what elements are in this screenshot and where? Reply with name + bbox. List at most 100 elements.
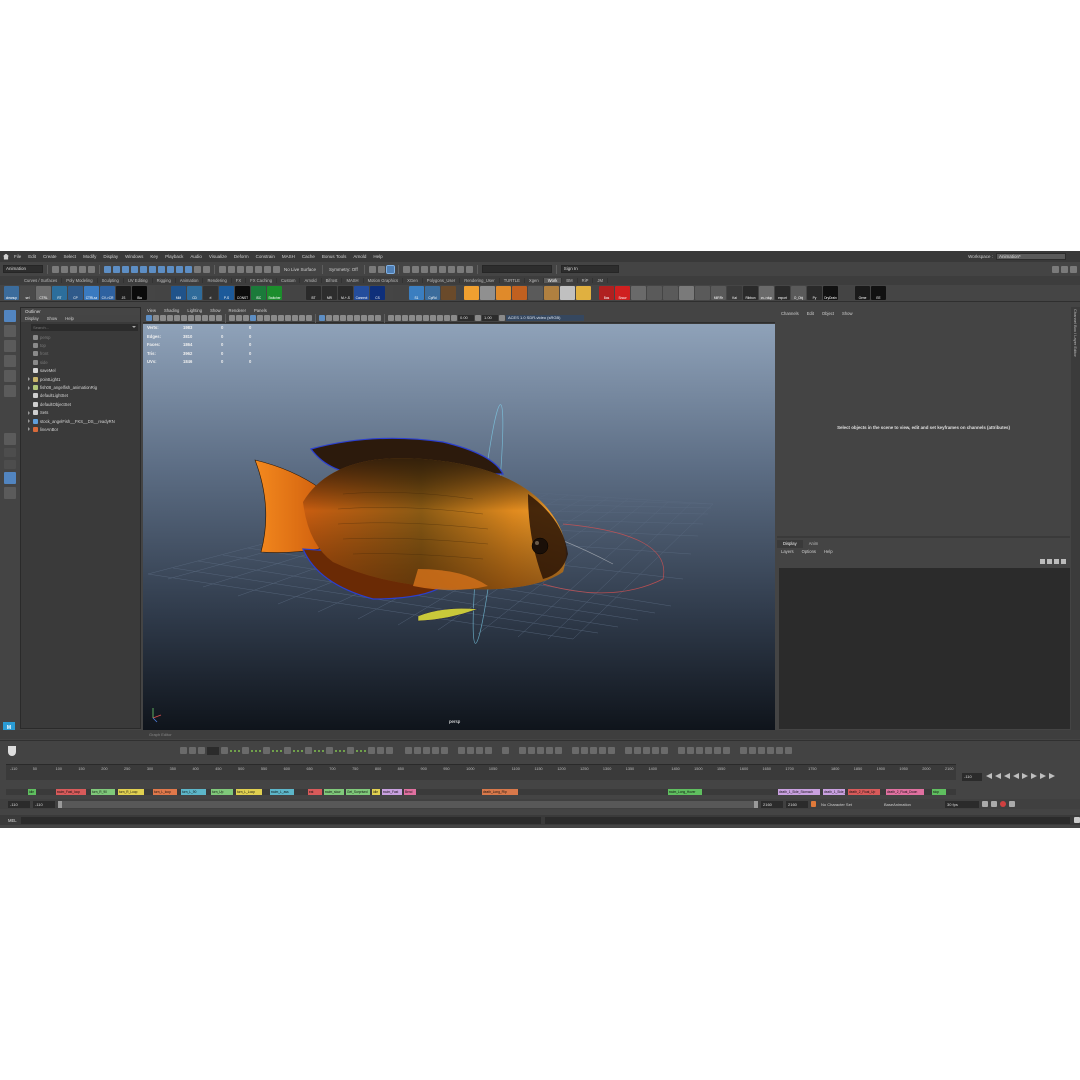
- select-by-deformer-icon[interactable]: [167, 265, 174, 273]
- lasso-tool-icon[interactable]: [3, 325, 16, 337]
- anim-tool-icon[interactable]: [432, 747, 439, 754]
- outliner-item[interactable]: defaultLightSet: [21, 392, 140, 400]
- viewport-menu-panels[interactable]: Panels: [254, 307, 267, 314]
- anim-tool-icon[interactable]: [581, 747, 588, 754]
- expand-arrow-icon[interactable]: [28, 419, 31, 424]
- anim-tool-icon[interactable]: [652, 747, 659, 754]
- anim-tool-icon[interactable]: [758, 747, 765, 754]
- select-hierarchy-icon[interactable]: [104, 265, 111, 273]
- anim-tool-icon[interactable]: [368, 747, 375, 754]
- viewport-tool-icon[interactable]: [278, 315, 284, 321]
- viewport-tool-icon[interactable]: [395, 315, 401, 321]
- viewport-tool-icon[interactable]: [229, 315, 235, 321]
- color-space-dropdown[interactable]: ACES 1.0 SDR-video (sRGB): [506, 315, 584, 321]
- single-view-icon[interactable]: [3, 433, 16, 445]
- viewport-tool-icon[interactable]: [216, 315, 222, 321]
- viewport-tool-icon[interactable]: [416, 315, 422, 321]
- time-editor-clip[interactable]: turn_R_90: [91, 789, 115, 795]
- quick-select-input[interactable]: [481, 265, 552, 273]
- sign-in-button[interactable]: Sign In: [560, 265, 619, 273]
- magnet-icon[interactable]: [8, 745, 16, 756]
- shelf-tab[interactable]: FX Caching: [246, 278, 278, 283]
- shelf-button[interactable]: EE: [871, 286, 886, 300]
- shelf-button[interactable]: ISC: [251, 286, 266, 300]
- viewport-tool-icon[interactable]: [188, 315, 194, 321]
- shelf-tab[interactable]: JM: [593, 278, 609, 283]
- hypershade-icon[interactable]: [429, 265, 437, 273]
- channel-menu-channels[interactable]: Channels: [781, 307, 799, 321]
- select-by-surface-icon[interactable]: [158, 265, 165, 273]
- shelf-button[interactable]: CD: [187, 286, 202, 300]
- new-layer-icon[interactable]: [1054, 559, 1059, 564]
- home-icon[interactable]: [3, 253, 9, 260]
- shelf-button[interactable]: [290, 286, 305, 300]
- shelf-button[interactable]: CTRLsz: [84, 286, 99, 300]
- viewport-menu-renderer[interactable]: Renderer: [229, 307, 246, 314]
- viewport-tool-icon[interactable]: [174, 315, 180, 321]
- select-by-rendering-icon[interactable]: [185, 265, 192, 273]
- outliner-item[interactable]: defaultObjectSet: [21, 400, 140, 408]
- viewport-tool-icon[interactable]: [388, 315, 394, 321]
- outliner-menu-help[interactable]: Help: [65, 315, 74, 322]
- anim-tool-icon[interactable]: [599, 747, 606, 754]
- shelf-tab[interactable]: Rendering_User: [460, 278, 500, 283]
- snap-grid-icon[interactable]: [219, 265, 226, 273]
- anim-tool-icon[interactable]: [740, 747, 747, 754]
- shelf-tab[interactable]: RiP: [578, 278, 594, 283]
- layer-tab-anim[interactable]: Anim: [803, 540, 825, 548]
- anim-tool-icon[interactable]: [476, 747, 483, 754]
- outliner-item[interactable]: front: [21, 350, 140, 358]
- current-frame-field[interactable]: -110: [962, 773, 982, 781]
- anim-tool-icon[interactable]: [661, 747, 668, 754]
- shelf-tab[interactable]: MASH: [342, 278, 364, 283]
- shelf-tab[interactable]: Rigging: [153, 278, 176, 283]
- anim-tool-icon[interactable]: [377, 747, 384, 754]
- shelf-button[interactable]: [155, 286, 170, 300]
- anim-tool-icon[interactable]: [414, 747, 421, 754]
- shelf-button[interactable]: CpRd: [425, 286, 440, 300]
- menu-item-audio[interactable]: Audio: [190, 254, 202, 259]
- move-layer-down-icon[interactable]: [1047, 559, 1052, 564]
- shelf-button[interactable]: sel: [20, 286, 35, 300]
- viewport-tool-icon[interactable]: [146, 315, 152, 321]
- viewport-tool-icon[interactable]: [423, 315, 429, 321]
- mel-input[interactable]: [20, 816, 541, 824]
- playback-end-field[interactable]: 2160: [761, 800, 783, 808]
- shelf-button[interactable]: [512, 286, 527, 300]
- anim-tool-icon[interactable]: [590, 747, 597, 754]
- anim-tool-icon[interactable]: [687, 747, 694, 754]
- rotate-tool-icon[interactable]: [3, 370, 16, 382]
- anim-tool-icon[interactable]: [696, 747, 703, 754]
- viewport-tool-icon[interactable]: [437, 315, 443, 321]
- time-editor-clip[interactable]: turn_R_Loop: [118, 789, 144, 795]
- time-editor-clip[interactable]: swim_Fast_loop: [56, 789, 86, 795]
- anim-tool-icon[interactable]: [528, 747, 535, 754]
- anim-tool-icon[interactable]: [326, 747, 333, 754]
- toggle-channel-box-icon[interactable]: [1070, 265, 1077, 273]
- four-view-icon[interactable]: [3, 448, 16, 457]
- anim-tool-icon[interactable]: [458, 747, 465, 754]
- shelf-button[interactable]: M-+-S: [338, 286, 353, 300]
- shelf-button[interactable]: [679, 286, 694, 300]
- outliner-item[interactable]: side: [21, 358, 140, 366]
- shelf-button[interactable]: [576, 286, 591, 300]
- time-editor-clip[interactable]: swim_Fast: [382, 789, 402, 795]
- render-settings-icon[interactable]: [420, 265, 428, 273]
- outliner-menu-show[interactable]: Show: [47, 315, 57, 322]
- shelf-button[interactable]: [695, 286, 710, 300]
- shelf-button[interactable]: CONST: [235, 286, 250, 300]
- menuset-dropdown[interactable]: Animation: [3, 265, 43, 273]
- shelf-button[interactable]: export: [775, 286, 790, 300]
- anim-tool-icon[interactable]: [776, 747, 783, 754]
- render-setup-icon[interactable]: [465, 265, 473, 273]
- shelf-button[interactable]: Switcher: [267, 286, 282, 300]
- paint-select-icon[interactable]: [3, 340, 16, 352]
- snap-point-icon[interactable]: [237, 265, 244, 273]
- menu-item-select[interactable]: Select: [64, 254, 77, 259]
- menu-item-create[interactable]: Create: [43, 254, 57, 259]
- viewport-tool-icon[interactable]: [195, 315, 201, 321]
- time-editor-clip[interactable]: stop: [932, 789, 946, 795]
- shelf-tab[interactable]: Motion Graphics: [364, 278, 404, 283]
- outliner-item[interactable]: pointLight1: [21, 375, 140, 383]
- shelf-button[interactable]: Py: [807, 286, 822, 300]
